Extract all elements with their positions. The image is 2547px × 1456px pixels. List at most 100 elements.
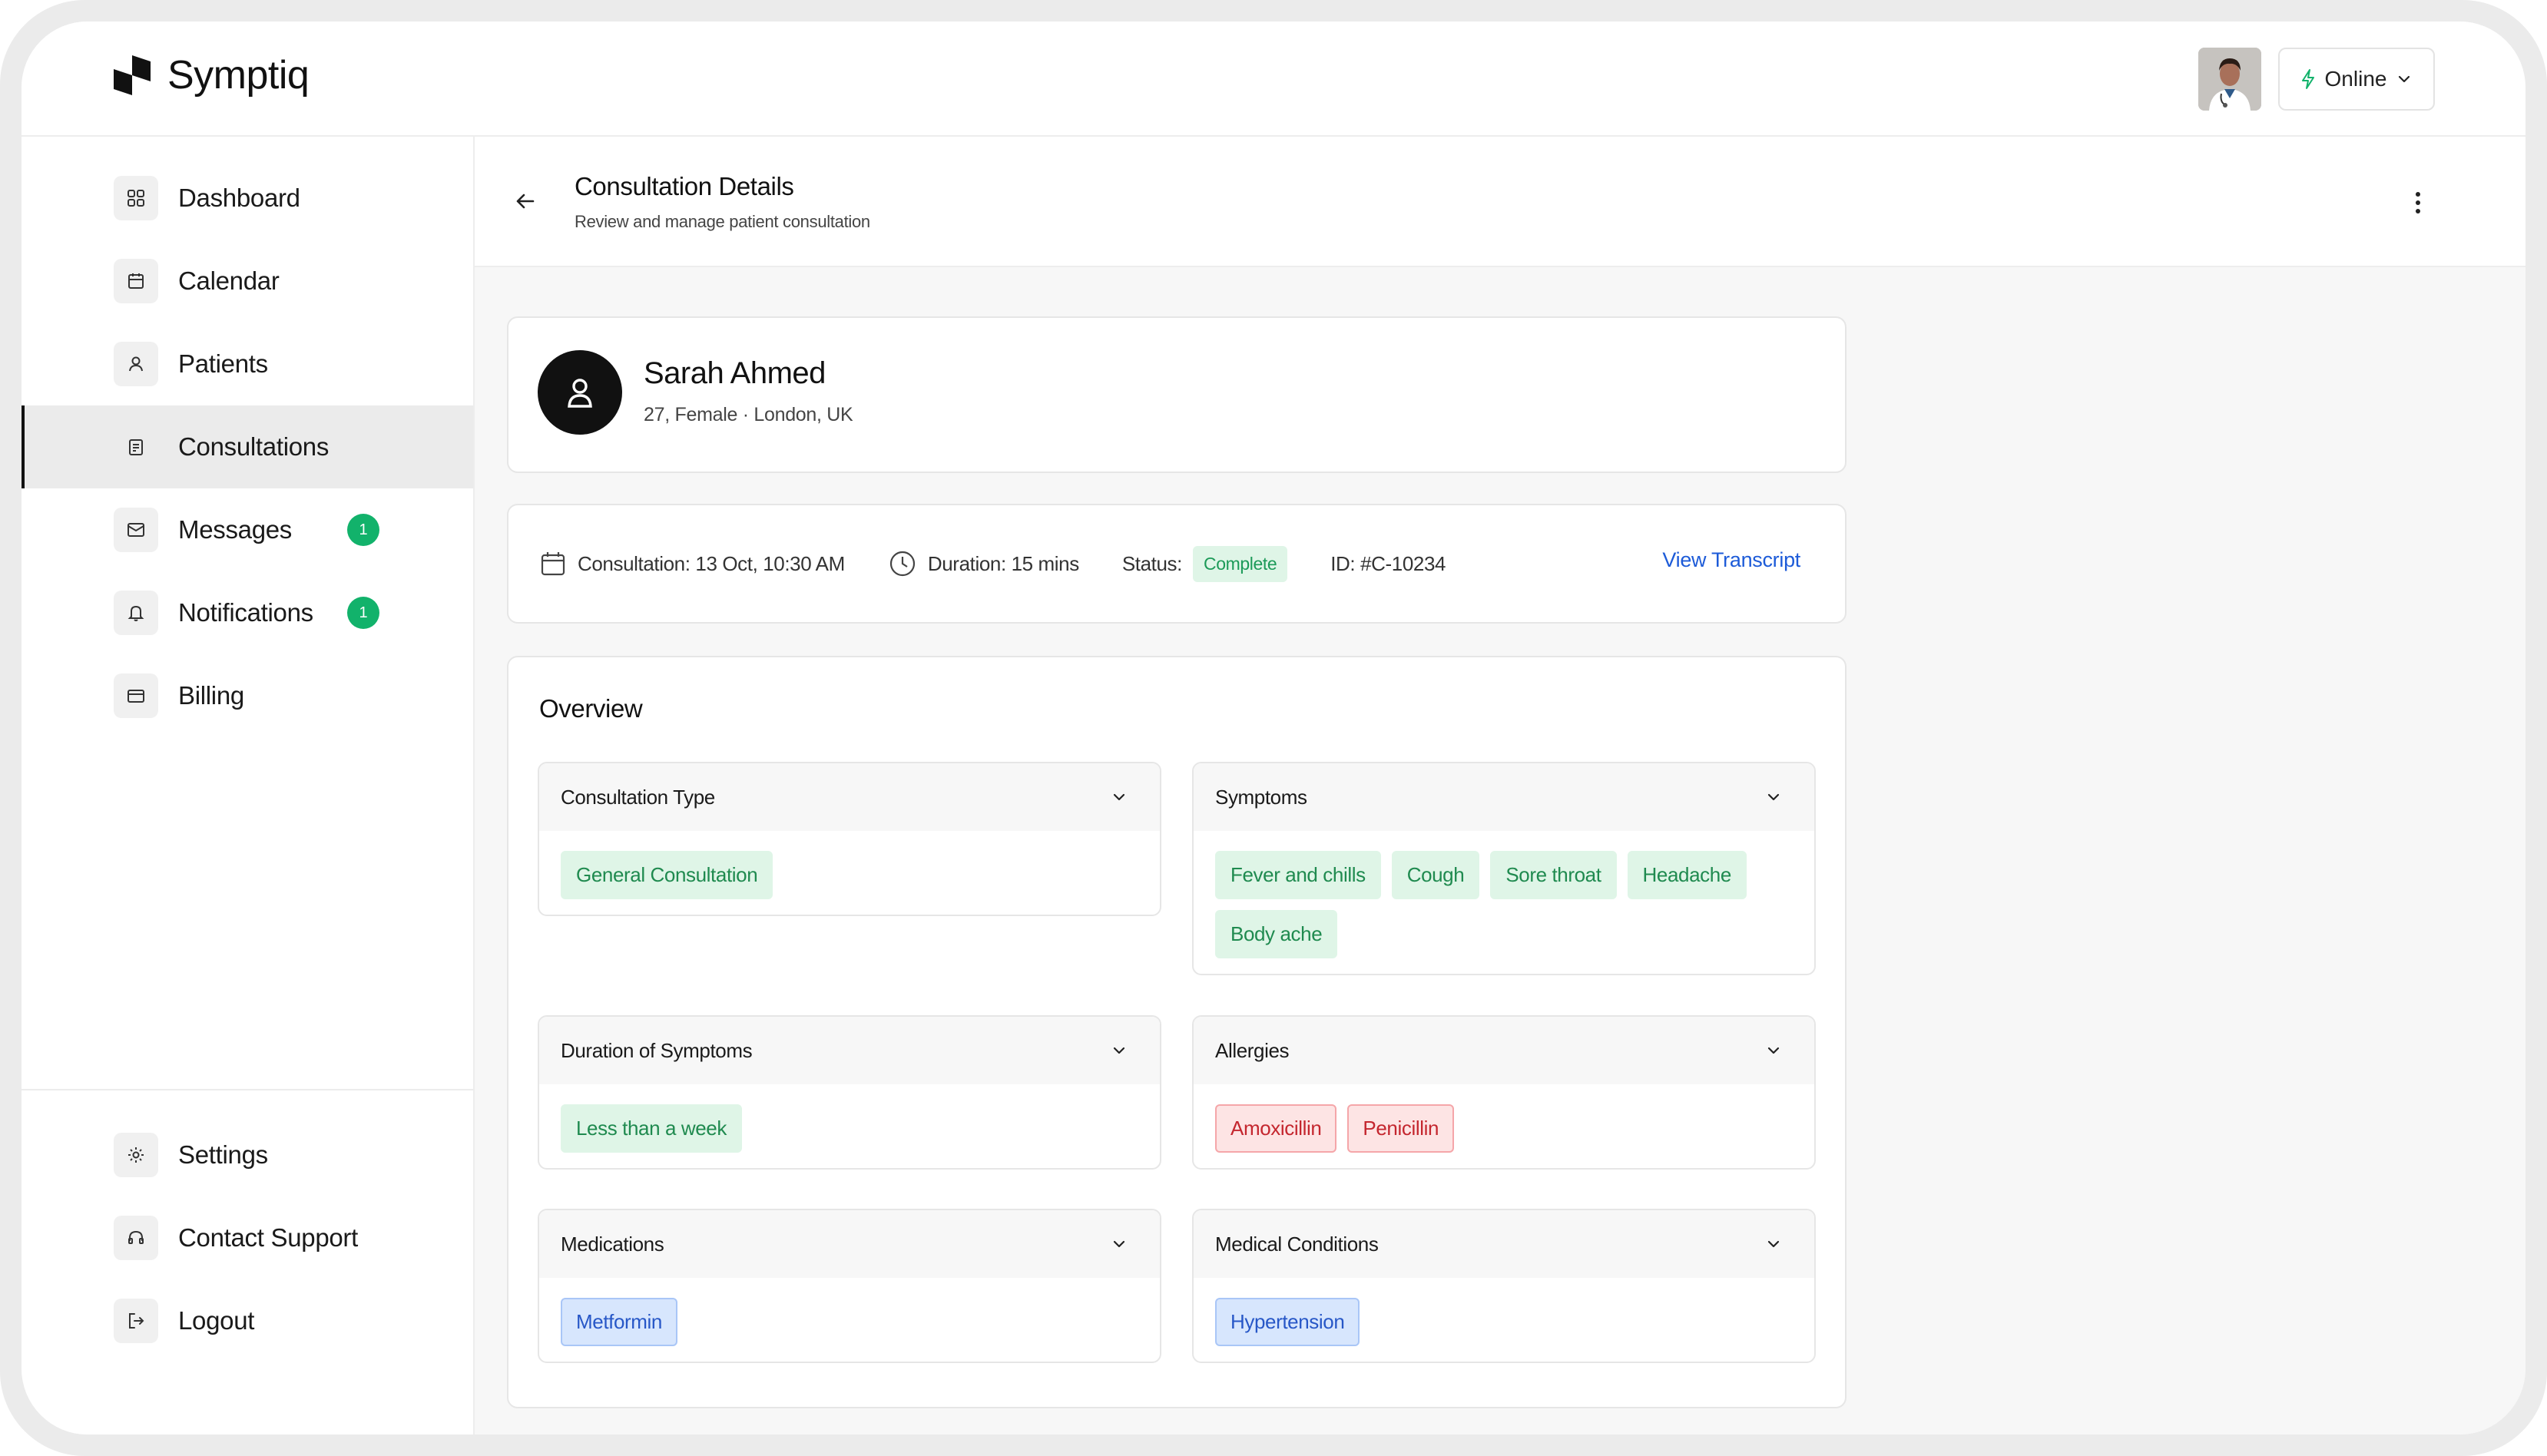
more-options-icon[interactable] (2403, 187, 2433, 218)
app-name: Symptiq (167, 53, 310, 98)
page-subtitle: Review and manage patient consultation (575, 212, 870, 231)
user-icon (114, 342, 158, 386)
sidebar-item-logout[interactable]: Logout (22, 1279, 473, 1362)
consultation-info-card: Consultation: 13 Oct, 10:30 AM Duration:… (507, 504, 1846, 624)
sidebar-item-consultations[interactable]: Consultations (22, 405, 473, 488)
symptom-chip: Fever and chills (1215, 851, 1381, 899)
status-label: Status: (1121, 551, 1183, 575)
view-transcript-link[interactable]: View Transcript (1662, 548, 1800, 572)
patient-demographics: 27, Female · London, UK (644, 404, 853, 425)
sidebar-item-dashboard[interactable]: Dashboard (22, 157, 473, 240)
lightning-icon (2301, 69, 2314, 89)
consultation-duration-text: Duration: 15 mins (927, 551, 1079, 575)
sidebar-item-label: Logout (178, 1306, 255, 1335)
clock-icon (889, 551, 915, 577)
panel-header[interactable]: Medications (539, 1210, 1160, 1278)
sidebar-item-messages[interactable]: Messages 1 (22, 488, 473, 571)
consultation-id: ID: #C-10234 (1330, 552, 1446, 576)
panel-title: Medical Conditions (1215, 1232, 1379, 1256)
device-frame: Symptiq Online Dashboard Calendar Patien… (0, 0, 2547, 1456)
calendar-icon (114, 259, 158, 303)
sidebar-item-contact-support[interactable]: Contact Support (22, 1196, 473, 1279)
sidebar-item-label: Notifications (178, 598, 313, 627)
panel-header[interactable]: Duration of Symptoms (539, 1017, 1160, 1084)
panel-body: General Consultation (539, 831, 1160, 915)
sidebar-item-label: Messages (178, 515, 293, 544)
panel-header[interactable]: Medical Conditions (1194, 1210, 1814, 1278)
chevron-down-icon (1767, 793, 1780, 801)
consultation-type-chip: General Consultation (561, 851, 773, 899)
panel-header[interactable]: Symptoms (1194, 763, 1814, 831)
consultation-status: Status: Complete (1121, 545, 1288, 582)
panel-body: Less than a week (539, 1084, 1160, 1168)
sidebar: Dashboard Calendar Patients Consultation… (22, 137, 475, 1434)
availability-dropdown[interactable]: Online (2278, 48, 2435, 111)
app-window: Symptiq Online Dashboard Calendar Patien… (22, 22, 2525, 1434)
panel-title: Consultation Type (561, 785, 715, 809)
panel-title: Symptoms (1215, 785, 1307, 809)
availability-label: Online (2324, 67, 2387, 91)
symptom-chip: Headache (1627, 851, 1747, 899)
consultation-duration: Duration: 15 mins (888, 549, 1079, 578)
consultation-date: Consultation: 13 Oct, 10:30 AM (539, 550, 845, 577)
patient-name: Sarah Ahmed (644, 356, 826, 390)
panel-body: Metformin (539, 1278, 1160, 1362)
panel-body: Hypertension (1194, 1278, 1814, 1362)
medication-chip: Metformin (561, 1298, 677, 1346)
duration-chip: Less than a week (561, 1104, 742, 1153)
doctor-avatar-icon (2198, 48, 2261, 111)
overview-title: Overview (539, 694, 643, 723)
chevron-down-icon (1113, 1047, 1125, 1054)
clipboard-icon (114, 425, 158, 469)
panel-header[interactable]: Allergies (1194, 1017, 1814, 1084)
page-header: Consultation Details Review and manage p… (475, 137, 2525, 267)
sidebar-item-label: Patients (178, 349, 268, 378)
credit-card-icon (114, 673, 158, 718)
sidebar-item-label: Dashboard (178, 184, 300, 212)
consultation-id-text: ID: #C-10234 (1330, 551, 1446, 575)
user-avatar[interactable] (2198, 48, 2261, 111)
user-icon (568, 379, 592, 408)
chevron-down-icon (1113, 793, 1125, 801)
patient-avatar (538, 350, 622, 435)
sidebar-item-notifications[interactable]: Notifications 1 (22, 571, 473, 654)
panel-title: Allergies (1215, 1038, 1290, 1062)
sidebar-item-settings[interactable]: Settings (22, 1114, 473, 1196)
panel-medical-conditions: Medical Conditions Hypertension (1192, 1209, 1816, 1363)
chevron-down-icon (1113, 1240, 1125, 1248)
logo-icon (114, 55, 151, 95)
mail-icon (114, 508, 158, 552)
unread-badge: 1 (347, 597, 379, 629)
panel-title: Medications (561, 1232, 664, 1256)
consultation-meta-row: Consultation: 13 Oct, 10:30 AM Duration:… (539, 505, 1446, 622)
panel-symptoms: Symptoms Fever and chills Cough Sore thr… (1192, 762, 1816, 975)
sidebar-item-billing[interactable]: Billing (22, 654, 473, 737)
panel-body: Amoxicillin Penicillin (1194, 1084, 1814, 1168)
brand[interactable]: Symptiq (112, 52, 310, 98)
sidebar-item-patients[interactable]: Patients (22, 323, 473, 405)
allergy-chip: Penicillin (1347, 1104, 1455, 1153)
condition-chip: Hypertension (1215, 1298, 1360, 1346)
back-arrow-icon[interactable] (510, 186, 541, 217)
panel-title: Duration of Symptoms (561, 1038, 753, 1062)
symptom-chip: Body ache (1215, 910, 1338, 958)
sidebar-item-label: Settings (178, 1140, 268, 1169)
consultation-date-text: Consultation: 13 Oct, 10:30 AM (578, 551, 845, 575)
sidebar-item-label: Calendar (178, 266, 280, 295)
sidebar-item-label: Billing (178, 681, 244, 710)
panel-consultation-type: Consultation Type General Consultation (538, 762, 1161, 916)
sidebar-item-label: Consultations (178, 432, 330, 461)
panel-medications: Medications Metformin (538, 1209, 1161, 1363)
chevron-down-icon (2399, 75, 2410, 83)
allergy-chip: Amoxicillin (1215, 1104, 1337, 1153)
sidebar-item-label: Contact Support (178, 1223, 358, 1252)
calendar-icon (541, 552, 565, 576)
top-header: Symptiq Online (22, 22, 2525, 137)
headset-icon (114, 1216, 158, 1260)
sidebar-item-calendar[interactable]: Calendar (22, 240, 473, 323)
symptom-chip: Cough (1391, 851, 1480, 899)
panel-header[interactable]: Consultation Type (539, 763, 1160, 831)
unread-badge: 1 (347, 514, 379, 546)
bell-icon (114, 591, 158, 635)
symptom-chip: Sore throat (1490, 851, 1617, 899)
